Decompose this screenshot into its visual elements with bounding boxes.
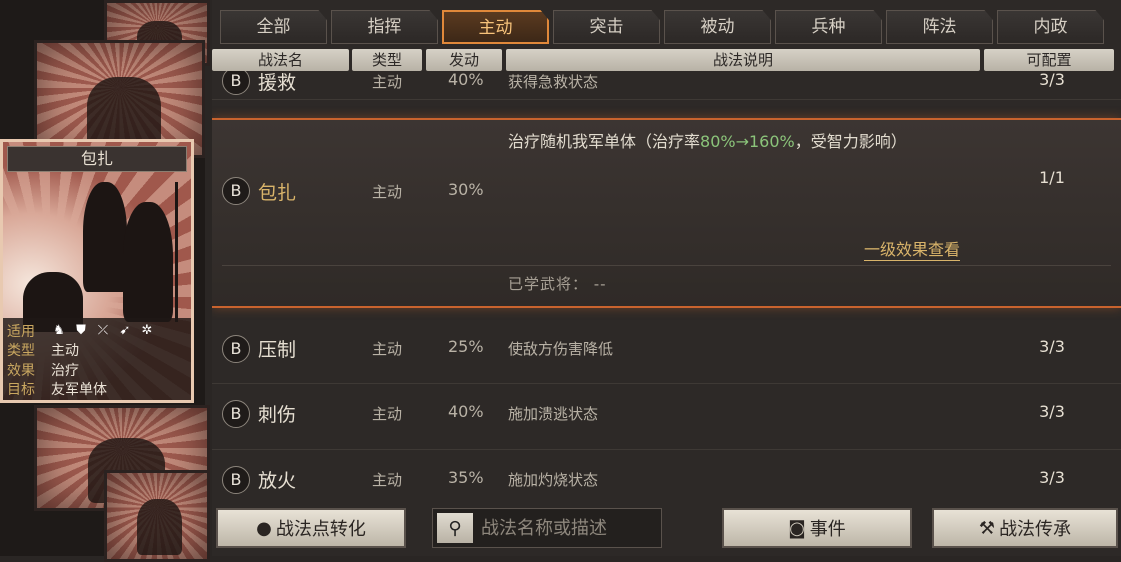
grade-badge: B bbox=[222, 335, 250, 363]
spear-figure bbox=[175, 182, 178, 322]
soldier-figure bbox=[123, 202, 173, 322]
tab-bar: 全部 指挥 主动 突击 被动 兵种 阵法 内政 bbox=[220, 10, 1104, 46]
target-value: 友军单体 bbox=[51, 382, 107, 399]
spear-icon: ➹ bbox=[119, 322, 131, 338]
skill-name: 援救 bbox=[258, 72, 297, 94]
tab-all[interactable]: 全部 bbox=[220, 10, 327, 44]
events-label: 事件 bbox=[809, 519, 846, 540]
skill-slots: 3/3 bbox=[1039, 402, 1065, 421]
desc-text: 治疗随机我军单体（治疗率 bbox=[508, 132, 701, 151]
table-row[interactable]: B 刺伤 主动 40% 施加溃逃状态 3/3 bbox=[212, 383, 1121, 450]
search-icon[interactable]: ⚲ bbox=[437, 513, 473, 543]
cavalry-icon: ♞ bbox=[53, 322, 65, 338]
tab-troop[interactable]: 兵种 bbox=[775, 10, 882, 44]
skill-type: 主动 bbox=[372, 183, 403, 201]
skill-rate: 35% bbox=[448, 468, 484, 487]
skill-name: 包扎 bbox=[258, 182, 297, 204]
skill-type: 主动 bbox=[372, 340, 403, 358]
selected-skill-card[interactable]: 包扎 适用 ♞ ⛊ ⤫ ➹ ✲ 类型 主动 效果 治疗 目标 友军单体 bbox=[0, 139, 194, 403]
skill-slots: 3/3 bbox=[1039, 71, 1065, 89]
effect-value: 治疗 bbox=[51, 362, 79, 379]
troop-silhouette bbox=[137, 498, 182, 555]
table-row[interactable]: B 放火 主动 35% 施加灼烧状态 3/3 bbox=[212, 449, 1121, 496]
column-header-desc[interactable]: 战法说明 bbox=[506, 49, 980, 71]
suits-label: 适用 bbox=[7, 323, 35, 340]
skill-slots: 3/3 bbox=[1039, 337, 1065, 356]
tab-assault[interactable]: 突击 bbox=[553, 10, 660, 44]
skill-name: 放火 bbox=[258, 470, 297, 492]
inherit-skill-button[interactable]: ⚒ 战法传承 bbox=[932, 508, 1118, 548]
divider bbox=[222, 265, 1111, 266]
learned-generals: 已学武将： -- bbox=[508, 275, 607, 293]
table-header: 战法名 类型 发动 战法说明 可配置 bbox=[212, 49, 1121, 71]
bottom-bar: ● 战法点转化 ⚲ ◙ 事件 ⚒ 战法传承 bbox=[212, 500, 1121, 556]
target-label: 目标 bbox=[7, 382, 35, 399]
skill-desc: 治疗随机我军单体（治疗率80%→160%，受智力影响） bbox=[508, 128, 907, 152]
skill-name: 刺伤 bbox=[258, 404, 297, 426]
skill-rate: 40% bbox=[448, 71, 484, 89]
skill-slots: 1/1 bbox=[1039, 168, 1065, 187]
convert-points-button[interactable]: ● 战法点转化 bbox=[216, 508, 406, 548]
skill-slots: 3/3 bbox=[1039, 468, 1065, 487]
wheel-icon: ✲ bbox=[141, 322, 153, 338]
search-box[interactable]: ⚲ bbox=[432, 508, 662, 548]
search-input[interactable] bbox=[479, 516, 653, 540]
tab-active[interactable]: 主动 bbox=[442, 10, 549, 44]
tab-passive[interactable]: 被动 bbox=[664, 10, 771, 44]
grade-badge: B bbox=[222, 466, 250, 494]
table-row[interactable]: B 压制 主动 25% 使敌方伤害降低 3/3 bbox=[212, 321, 1121, 384]
tab-formation[interactable]: 阵法 bbox=[886, 10, 993, 44]
events-button[interactable]: ◙ 事件 bbox=[722, 508, 912, 548]
column-header-type[interactable]: 类型 bbox=[352, 49, 422, 71]
skill-type: 主动 bbox=[372, 471, 403, 489]
skill-name: 压制 bbox=[258, 339, 297, 361]
table-row-expanded[interactable]: 治疗随机我军单体（治疗率80%→160%，受智力影响） B 包扎 主动 30% … bbox=[212, 118, 1121, 308]
effect-label: 效果 bbox=[7, 362, 35, 379]
skill-rate: 25% bbox=[448, 337, 484, 356]
skill-desc: 施加溃逃状态 bbox=[508, 405, 599, 423]
skill-desc: 施加灼烧状态 bbox=[508, 471, 599, 489]
skill-type: 主动 bbox=[372, 405, 403, 423]
type-value: 主动 bbox=[51, 343, 79, 360]
skill-panel: 全部 指挥 主动 突击 被动 兵种 阵法 内政 战法名 类型 发动 战法说明 可… bbox=[212, 0, 1121, 556]
grade-badge: B bbox=[222, 71, 250, 95]
skill-desc: 获得急救状态 bbox=[508, 73, 599, 91]
card-back[interactable] bbox=[104, 470, 210, 562]
skill-type: 主动 bbox=[372, 73, 403, 91]
skill-rate: 30% bbox=[448, 180, 484, 199]
tab-internal[interactable]: 内政 bbox=[997, 10, 1104, 44]
shield-icon: ⛊ bbox=[76, 322, 86, 338]
inherit-skill-label: 战法传承 bbox=[999, 519, 1072, 540]
column-header-slots[interactable]: 可配置 bbox=[984, 49, 1114, 71]
alert-icon: ◙ bbox=[788, 517, 806, 539]
level1-effect-link[interactable]: 一级效果查看 bbox=[864, 236, 961, 261]
tab-command[interactable]: 指挥 bbox=[331, 10, 438, 44]
skill-desc: 使敌方伤害降低 bbox=[508, 340, 614, 358]
unit-icons: ♞ ⛊ ⤫ ➹ ✲ bbox=[51, 323, 155, 339]
skill-rate: 40% bbox=[448, 402, 484, 421]
bow-icon: ⤫ bbox=[97, 322, 109, 338]
convert-points-label: 战法点转化 bbox=[275, 519, 366, 540]
grade-badge: B bbox=[222, 400, 250, 428]
column-header-name[interactable]: 战法名 bbox=[212, 49, 349, 71]
drop-icon: ● bbox=[256, 517, 272, 539]
desc-text: ，受智力影响） bbox=[794, 132, 907, 151]
card-info: 适用 ♞ ⛊ ⤫ ➹ ✲ 类型 主动 效果 治疗 目标 友军单体 bbox=[3, 318, 191, 400]
card-title: 包扎 bbox=[7, 146, 187, 172]
skill-list[interactable]: B 援救 主动 40% 获得急救状态 3/3 治疗随机我军单体（治疗率80%→1… bbox=[212, 71, 1121, 496]
grade-badge: B bbox=[222, 177, 250, 205]
card-strip: 包扎 适用 ♞ ⛊ ⤫ ➹ ✲ 类型 主动 效果 治疗 目标 友军单体 bbox=[0, 0, 210, 562]
table-row[interactable]: B 援救 主动 40% 获得急救状态 3/3 bbox=[212, 71, 1121, 100]
heal-rate: 80%→160% bbox=[700, 132, 795, 151]
type-label: 类型 bbox=[7, 343, 35, 360]
hammer-icon: ⚒ bbox=[978, 517, 996, 539]
soldier-figure bbox=[83, 182, 127, 292]
column-header-rate[interactable]: 发动 bbox=[426, 49, 502, 71]
